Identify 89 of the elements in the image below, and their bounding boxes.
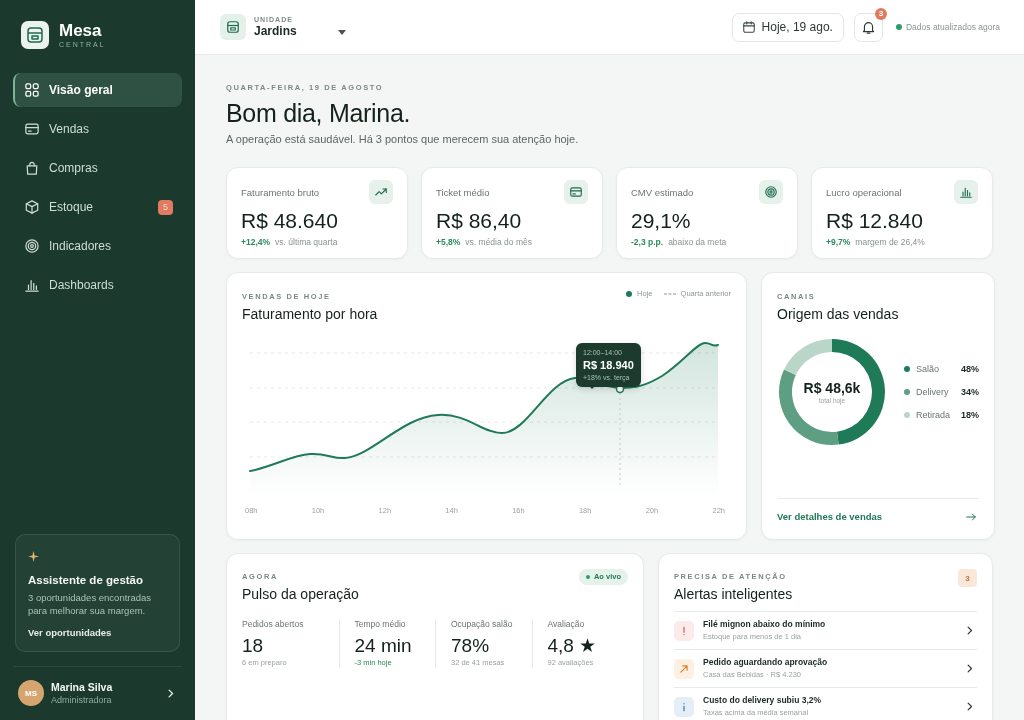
stat-value: 4,8 ★: [547, 635, 598, 657]
card-title: Alertas inteligentes: [674, 585, 793, 603]
kpi-value: R$ 48.640: [241, 208, 339, 234]
chevron-right-icon: [967, 626, 973, 635]
kpi-note: vs. média do mês: [465, 237, 532, 248]
chevron-right-icon[interactable]: [168, 688, 174, 698]
target-icon: [25, 239, 39, 253]
nav-item[interactable]: Indicadores: [13, 229, 182, 263]
alert-title: Custo do delivery subiu 3,2%: [703, 695, 822, 706]
alert-title: Filé mignon abaixo do mínimo: [703, 619, 826, 630]
kpi-value: R$ 12.840: [826, 208, 924, 234]
tooltip-value: R$ 18.940: [583, 358, 634, 372]
card-title: Faturamento por hora: [242, 305, 378, 323]
sync-status: Dados atualizados agora: [905, 22, 1000, 32]
nav-item[interactable]: Estoque 5: [13, 190, 182, 224]
kpi-note: vs. última quarta: [275, 237, 338, 248]
opportunities-link[interactable]: Ver oportunidades: [28, 627, 112, 639]
box-icon: [25, 200, 39, 214]
chevron-right-icon: [967, 664, 973, 673]
legend-label: Salão: [916, 364, 940, 374]
target-icon: [759, 180, 783, 204]
legend-value: 34%: [961, 387, 979, 397]
credit-card-icon: [25, 122, 39, 136]
stat-value: 78%: [451, 635, 491, 657]
kpi-value: R$ 86,40: [436, 208, 523, 234]
credit-card-icon: [564, 180, 588, 204]
nav-item[interactable]: Vendas: [13, 112, 182, 146]
dashed-line-icon: [663, 292, 676, 295]
status-dot-icon: [895, 24, 902, 30]
store-logo-icon: [21, 21, 49, 49]
legend-label: Retirada: [916, 410, 951, 420]
stat-label: Ocupação salão: [451, 619, 514, 630]
legend-dot-icon: [626, 290, 633, 297]
kpi-label: Faturamento bruto: [241, 186, 320, 198]
assistant-text: 3 oportunidades encontradas para melhorar sua margem.: [28, 591, 153, 617]
count-badge: 5: [158, 199, 173, 215]
kpi-delta: +9,7%: [826, 237, 851, 248]
caret-down-icon: [338, 30, 346, 35]
live-dot-icon: [585, 575, 590, 579]
arrow-right-icon[interactable]: [966, 513, 976, 521]
date-button[interactable]: Hoje, 19 ago.: [731, 12, 844, 42]
stat-label: Avaliação: [547, 619, 586, 630]
grid-icon: [25, 83, 39, 97]
user-name: Marina Silva: [51, 680, 113, 694]
kpi-label: Lucro operacional: [826, 186, 902, 198]
chevron-right-icon: [967, 702, 973, 711]
arrow-up-right-icon: [674, 658, 694, 679]
shopping-bag-icon: [25, 161, 39, 175]
sparkle-icon: [28, 551, 39, 562]
notification-badge: 3: [874, 7, 887, 20]
kpi-label: CMV estimado: [631, 186, 694, 198]
bell-icon: [861, 20, 875, 34]
calendar-icon: [742, 21, 755, 33]
kpi-note: margem de 26,4%: [855, 237, 925, 248]
trend-up-icon: [369, 180, 393, 204]
nav-item[interactable]: Compras: [13, 151, 182, 185]
nav-item[interactable]: Visão geral: [13, 73, 182, 107]
nav-item[interactable]: Dashboards: [13, 268, 182, 302]
legend-value: 48%: [961, 364, 979, 374]
kpi-note: abaixo da meta: [668, 237, 727, 248]
unit-dropdown[interactable]: Jardins: [254, 24, 346, 39]
brand-name: Mesa: [59, 21, 103, 40]
stat-value: 24 min: [354, 635, 413, 657]
store-icon: [220, 14, 246, 40]
sales-details-link[interactable]: Ver detalhes de vendas: [777, 511, 883, 523]
card-title: Pulso da operação: [242, 585, 359, 603]
stat-label: Pedidos abertos: [242, 619, 305, 630]
greeting-subtitle: A operação está saudável. Há 3 pontos que merecem sua atenção hoje.: [226, 132, 580, 146]
alert-title: Pedido aguardando aprovação: [703, 657, 828, 668]
legend-value: 18%: [961, 410, 979, 420]
alert-count-badge: 3: [958, 569, 977, 587]
kpi-delta: +5,8%: [436, 237, 461, 248]
bar-chart-icon: [954, 180, 978, 204]
kpi-delta: +12,4%: [241, 237, 271, 248]
stat-value: 18: [242, 635, 265, 657]
user-avatar: MS: [18, 680, 44, 706]
user-role: Administradora: [51, 694, 113, 706]
kpi-value: 29,1%: [631, 208, 692, 234]
info-icon: [674, 696, 694, 717]
card-title: Origem das vendas: [777, 305, 900, 323]
legend-label: Delivery: [916, 387, 949, 397]
exclamation-icon: [674, 620, 694, 641]
kpi-delta: -2,3 p.p.: [631, 237, 664, 248]
stat-label: Tempo médio: [354, 619, 407, 630]
assistant-title: Assistente de gestão: [28, 573, 144, 587]
donut-total: R$ 48,6k: [803, 379, 861, 397]
bar-chart-icon: [25, 278, 39, 292]
kpi-label: Ticket médio: [436, 186, 490, 198]
greeting-title: Bom dia, Marina.: [226, 98, 412, 129]
